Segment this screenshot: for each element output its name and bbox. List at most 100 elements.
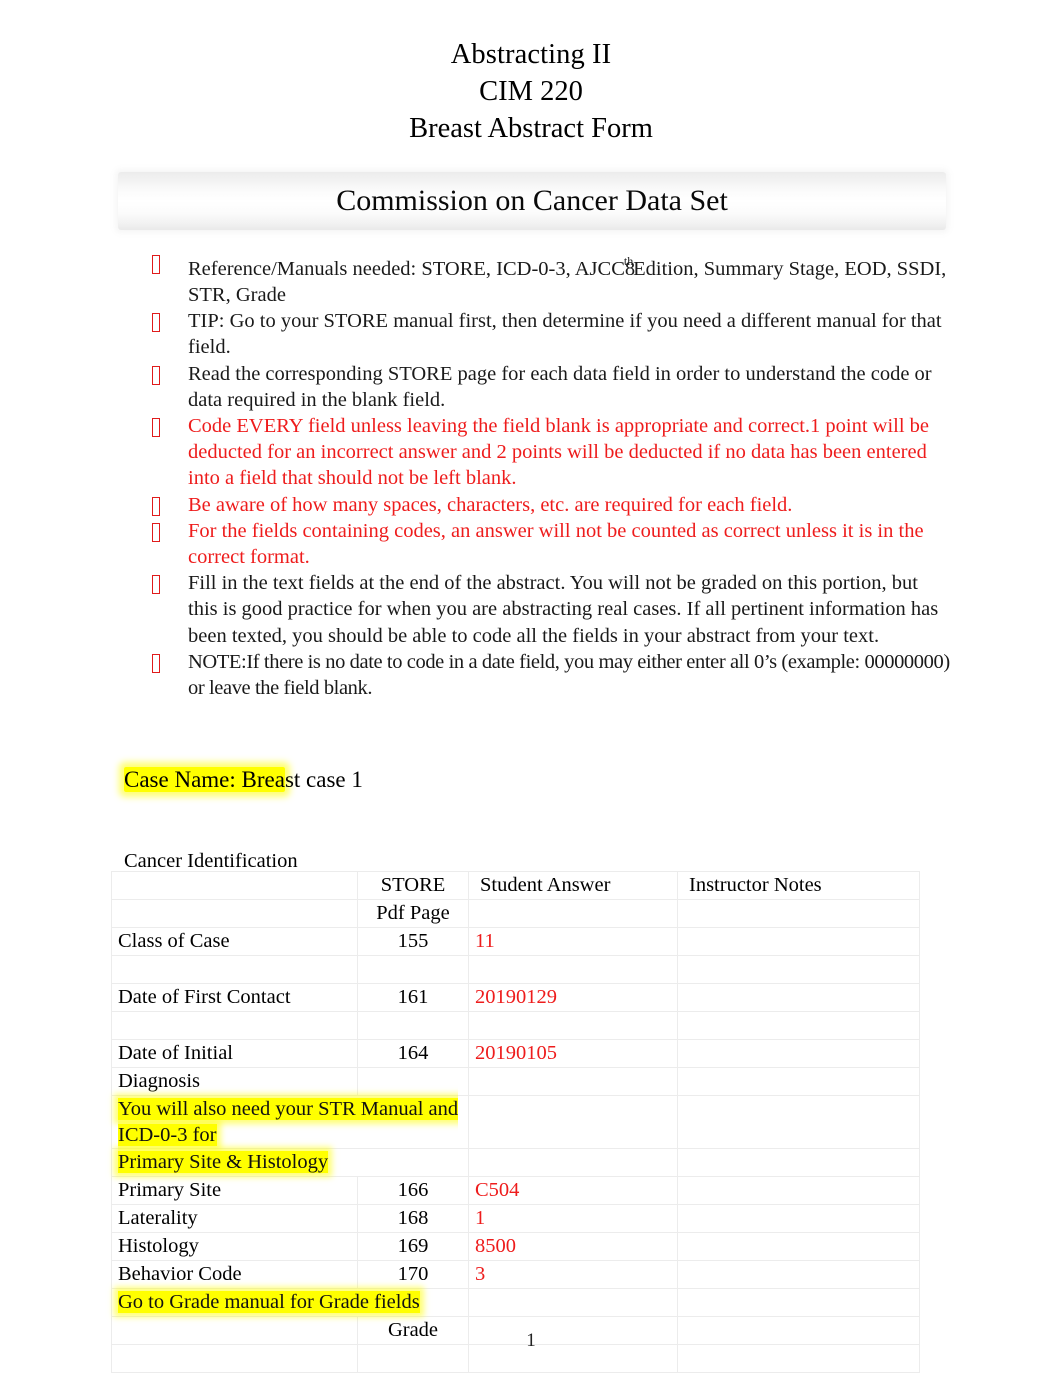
table-header-row: STORE Student Answer Instructor Notes bbox=[111, 871, 920, 900]
bullet-missing-glyph-icon bbox=[152, 518, 188, 542]
banner-box: Commission on Cancer Data Set bbox=[118, 172, 946, 230]
cell-notes[interactable] bbox=[677, 1260, 920, 1289]
cancer-identification-table: STORE Student Answer Instructor Notes Pd… bbox=[111, 871, 920, 1373]
banner-title: Commission on Cancer Data Set bbox=[336, 184, 728, 217]
bullet-missing-glyph-icon bbox=[152, 250, 188, 274]
cell-notes[interactable] bbox=[677, 1204, 920, 1233]
cell-label: Histology bbox=[111, 1232, 358, 1261]
instruction-item-tip-store-manual: TIP: Go to your STORE manual first, then… bbox=[152, 308, 952, 360]
cell-notes[interactable] bbox=[677, 1232, 920, 1261]
note-cell-line2: Primary Site & Histology bbox=[111, 1148, 469, 1177]
table-row: Class of Case 155 11 bbox=[111, 927, 920, 956]
cell-notes[interactable] bbox=[677, 1095, 920, 1149]
bullet-missing-glyph-icon bbox=[152, 308, 188, 333]
cell-notes[interactable] bbox=[677, 983, 920, 1012]
cell-page bbox=[357, 1067, 469, 1096]
cell-notes[interactable] bbox=[677, 1039, 920, 1068]
cell-answer[interactable]: 1 bbox=[468, 1204, 678, 1233]
cell-notes[interactable] bbox=[677, 927, 920, 956]
cell-spacer bbox=[468, 955, 678, 984]
header-line-3: Breast Abstract Form bbox=[409, 113, 653, 144]
cell-label: Date of Initial bbox=[111, 1039, 358, 1068]
cell-answer[interactable]: 20190105 bbox=[468, 1039, 678, 1068]
cell-answer[interactable]: 3 bbox=[468, 1260, 678, 1289]
cell-answer[interactable]: 20190129 bbox=[468, 983, 678, 1012]
cell-spacer bbox=[357, 955, 469, 984]
cell-notes[interactable] bbox=[677, 1176, 920, 1205]
instruction-item-spaces-characters: Be aware of how many spaces, characters,… bbox=[152, 492, 952, 518]
cell-label: Laterality bbox=[111, 1204, 358, 1233]
cell-spacer bbox=[111, 1011, 358, 1040]
instruction-item-fill-text-fields: Fill in the text fields at the end of th… bbox=[152, 570, 952, 649]
table-header-row-line2: Pdf Page bbox=[111, 899, 920, 928]
table-row: Date of First Contact 161 20190129 bbox=[111, 983, 920, 1012]
cell-notes[interactable] bbox=[677, 1288, 920, 1317]
case-name-highlighted: Case Name: Brea bbox=[124, 767, 285, 792]
header-cell-blank-3 bbox=[468, 899, 678, 928]
note-cell-line1: You will also need your STR Manual and I… bbox=[111, 1095, 469, 1149]
bullet-missing-glyph-icon bbox=[152, 570, 188, 595]
cell-page: 169 bbox=[357, 1232, 469, 1261]
cell-label: Date of First Contact bbox=[111, 983, 358, 1012]
cell-label: Primary Site bbox=[111, 1176, 358, 1205]
cell-answer[interactable] bbox=[468, 1095, 678, 1149]
table-row: Primary Site 166 C504 bbox=[111, 1176, 920, 1205]
banner-inner: Commission on Cancer Data Set bbox=[118, 172, 946, 230]
table-row: Laterality 168 1 bbox=[111, 1204, 920, 1233]
cell-page: 170 bbox=[357, 1260, 469, 1289]
cell-answer[interactable]: 11 bbox=[468, 927, 678, 956]
case-name: Case Name: Breast case 1 bbox=[124, 765, 363, 794]
header-cell-store-line2: Pdf Page bbox=[357, 899, 469, 928]
table-row: Histology 169 8500 bbox=[111, 1232, 920, 1261]
header-cell-instructor-notes: Instructor Notes bbox=[677, 871, 920, 900]
header-cell-student-answer: Student Answer bbox=[468, 871, 678, 900]
cell-answer[interactable] bbox=[468, 1288, 678, 1317]
table-row-spacer bbox=[111, 1011, 920, 1040]
instruction-text-correct-format: For the fields containing codes, an answ… bbox=[188, 519, 924, 569]
cell-page: 168 bbox=[357, 1204, 469, 1233]
header-line-2: CIM 220 bbox=[479, 76, 583, 107]
document-page: Abstracting II CIM 220 Breast Abstract F… bbox=[0, 0, 1062, 1377]
instruction-text-code-every-field: Code EVERY field unless leaving the fiel… bbox=[188, 415, 930, 490]
document-header: Abstracting II CIM 220 Breast Abstract F… bbox=[0, 0, 1062, 147]
header-cell-blank bbox=[111, 871, 358, 900]
header-cell-store-line1: STORE bbox=[357, 871, 469, 900]
table-row: Behavior Code 170 3 bbox=[111, 1260, 920, 1289]
cell-spacer bbox=[111, 955, 358, 984]
instruction-item-note-date-fields: NOTE:If there is no date to code in a da… bbox=[152, 649, 952, 701]
cell-answer[interactable]: C504 bbox=[468, 1176, 678, 1205]
cell-spacer bbox=[357, 1011, 469, 1040]
table-note-row: You will also need your STR Manual and I… bbox=[111, 1095, 920, 1149]
cell-notes[interactable] bbox=[677, 1148, 920, 1177]
bullet-missing-glyph-icon bbox=[152, 361, 188, 385]
cell-page: 166 bbox=[357, 1176, 469, 1205]
cancer-identification-table-wrapper: STORE Student Answer Instructor Notes Pd… bbox=[111, 871, 920, 1373]
table-row: Date of Initial 164 20190105 bbox=[111, 1039, 920, 1068]
cell-label: Diagnosis bbox=[111, 1067, 358, 1096]
cell-spacer bbox=[468, 1011, 678, 1040]
instruction-text-read-store-page: Read the corresponding STORE page for ea… bbox=[188, 362, 932, 411]
header-line-1: Abstracting II bbox=[450, 39, 612, 70]
header-cell-blank-4 bbox=[677, 899, 920, 928]
cell-spacer bbox=[677, 1011, 920, 1040]
note-cell-grade-manual: Go to Grade manual for Grade fields bbox=[111, 1288, 469, 1317]
cell-answer[interactable] bbox=[468, 1148, 678, 1177]
cell-label: Behavior Code bbox=[111, 1260, 358, 1289]
note-highlight-text: Primary Site & Histology bbox=[118, 1151, 329, 1173]
instruction-text-fill-text-fields: Fill in the text fields at the end of th… bbox=[188, 572, 939, 647]
cell-page: 161 bbox=[357, 983, 469, 1012]
instruction-text-spaces-characters: Be aware of how many spaces, characters,… bbox=[188, 493, 793, 516]
cell-answer[interactable]: 8500 bbox=[468, 1232, 678, 1261]
table-note-row: Primary Site & Histology bbox=[111, 1148, 920, 1177]
cell-label: Class of Case bbox=[111, 927, 358, 956]
cell-page: 164 bbox=[357, 1039, 469, 1068]
instruction-text-references: Reference/Manuals needed: STORE, ICD-0-3… bbox=[188, 254, 947, 307]
note-highlight-text: Go to Grade manual for Grade fields bbox=[118, 1291, 420, 1313]
table-row: Diagnosis bbox=[111, 1067, 920, 1096]
table-row-spacer bbox=[111, 955, 920, 984]
page-number: 1 bbox=[526, 1330, 536, 1351]
cell-notes[interactable] bbox=[677, 1067, 920, 1096]
instruction-item-read-store-page: Read the corresponding STORE page for ea… bbox=[152, 361, 952, 413]
instruction-text-tip-store-manual: TIP: Go to your STORE manual first, then… bbox=[188, 310, 942, 359]
cell-answer[interactable] bbox=[468, 1067, 678, 1096]
